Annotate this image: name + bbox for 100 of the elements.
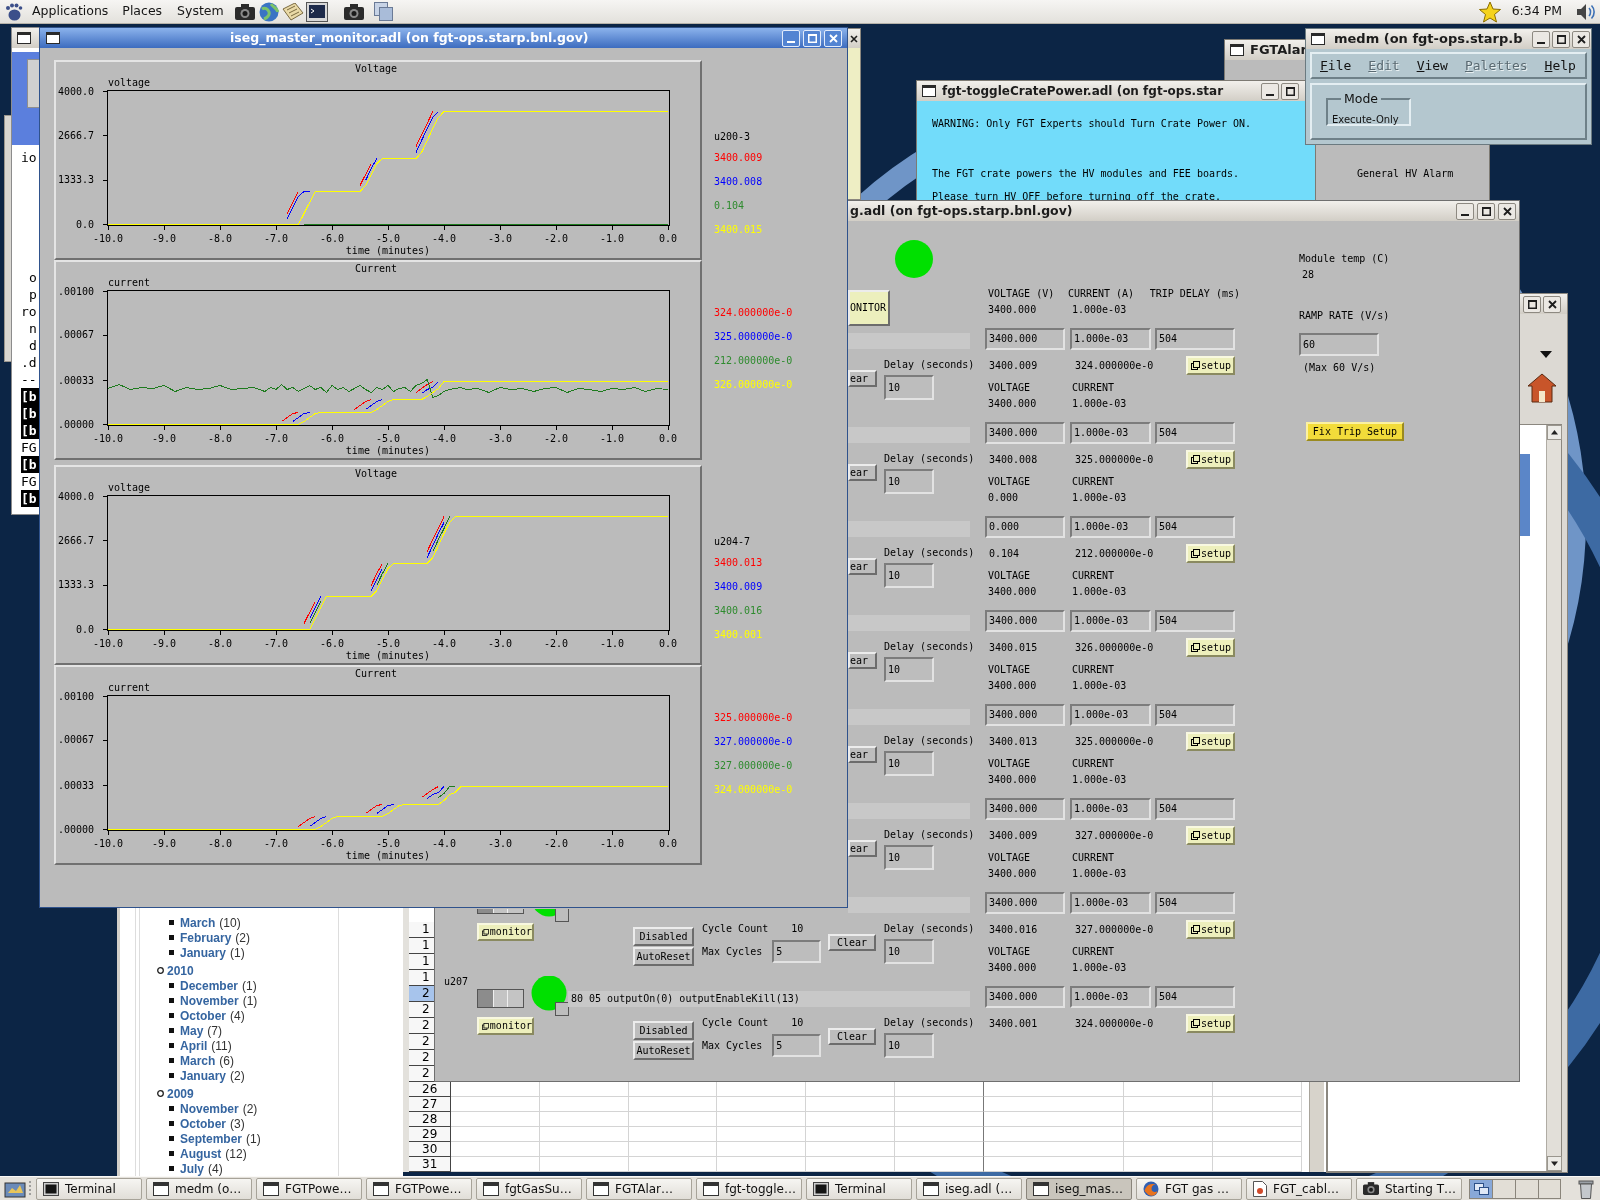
setup-button[interactable]: setup (1186, 1014, 1235, 1033)
spreadsheet-cell[interactable] (895, 1127, 984, 1142)
voltage-field[interactable]: 0.000 (985, 516, 1065, 538)
close-button[interactable] (1543, 295, 1561, 313)
current-field[interactable]: 1.000e-03 (1070, 516, 1151, 538)
clear-button[interactable]: ear (848, 652, 877, 669)
taskbar-button[interactable]: FGT_cabl… (1246, 1177, 1352, 1200)
taskbar-button[interactable]: Starting T… (1356, 1177, 1462, 1200)
spreadsheet-cell[interactable] (895, 1112, 984, 1127)
scrollbar[interactable] (1546, 425, 1561, 1171)
autoreset-button[interactable]: AutoReset (633, 947, 694, 966)
clear-button[interactable]: ear (848, 464, 877, 481)
setup-button[interactable]: setup (1186, 450, 1235, 469)
current-field[interactable]: 1.000e-03 (1070, 328, 1151, 350)
row-header[interactable]: 31 (409, 1157, 451, 1172)
taskbar-button[interactable]: fgtGasSu… (476, 1177, 582, 1200)
minimize-button[interactable] (1456, 202, 1474, 220)
clock[interactable]: 6:34 PM (1511, 5, 1562, 18)
delay-field[interactable]: 10 (884, 845, 934, 870)
setup-button[interactable]: setup (1186, 638, 1235, 657)
row-header[interactable]: 1 (409, 970, 434, 986)
toggle-switch[interactable] (477, 989, 524, 1008)
current-field[interactable]: 1.000e-03 (1070, 892, 1151, 914)
spreadsheet-cell[interactable] (895, 1157, 984, 1172)
delay-field[interactable]: 10 (884, 563, 934, 588)
workspace-switcher[interactable] (1469, 1178, 1561, 1199)
menu-item[interactable]: View (1416, 59, 1448, 72)
current-field[interactable]: 1.000e-03 (1070, 986, 1151, 1008)
close-button[interactable] (1572, 30, 1590, 48)
fix-trip-setup-button[interactable]: Fix Trip Setup (1306, 422, 1404, 441)
workspace-cell[interactable] (1470, 1179, 1493, 1198)
autoreset-button[interactable]: AutoReset (633, 1041, 694, 1060)
delay-field[interactable]: 10 (884, 657, 934, 682)
setup-button[interactable]: setup (1186, 732, 1235, 751)
max-cycles-field[interactable]: 5 (772, 1034, 822, 1057)
trip-delay-field[interactable]: 504 (1155, 892, 1235, 914)
trip-delay-field[interactable]: 504 (1155, 610, 1235, 632)
clear-button[interactable]: Clear (828, 1028, 876, 1045)
delay-field[interactable]: 10 (884, 939, 934, 964)
row-header[interactable]: 2 (409, 986, 434, 1002)
close-button[interactable] (1498, 202, 1516, 220)
monitor-button[interactable]: monitor (477, 1017, 534, 1035)
voltage-field[interactable]: 3400.000 (985, 892, 1065, 914)
maximize-button[interactable] (1523, 295, 1541, 313)
clear-button[interactable]: ear (848, 370, 877, 387)
menu-item[interactable]: Help (1544, 59, 1576, 72)
row-header[interactable]: 27 (409, 1097, 451, 1112)
trip-delay-field[interactable]: 504 (1155, 704, 1235, 726)
voltage-field[interactable]: 3400.000 (985, 422, 1065, 444)
trip-delay-field[interactable]: 504 (1155, 516, 1235, 538)
camera-icon[interactable] (343, 3, 364, 20)
max-cycles-field[interactable]: 5 (772, 940, 822, 963)
menu-item[interactable]: Applications (32, 5, 109, 18)
voltage-field[interactable]: 3400.000 (985, 986, 1065, 1008)
taskbar-button[interactable]: FGTAlar… (586, 1177, 692, 1200)
minimize-button[interactable] (1532, 30, 1550, 48)
voltage-field[interactable]: 3400.000 (985, 704, 1065, 726)
trip-delay-field[interactable]: 504 (1155, 986, 1235, 1008)
terminal-icon[interactable] (305, 1, 328, 22)
voltage-field[interactable]: 3400.000 (985, 610, 1065, 632)
taskbar-button[interactable]: Terminal (36, 1177, 142, 1200)
row-header[interactable]: 2 (409, 1050, 434, 1066)
workspace-cell[interactable] (1539, 1179, 1560, 1198)
delay-field[interactable]: 10 (884, 751, 934, 776)
trip-delay-field[interactable]: 504 (1155, 328, 1235, 350)
workspace-cell[interactable] (1493, 1179, 1516, 1198)
taskbar-button[interactable]: FGTPowe… (366, 1177, 472, 1200)
minimize-button[interactable] (1261, 82, 1279, 100)
taskbar-button[interactable]: medm (o… (146, 1177, 252, 1200)
row-header[interactable]: 30 (409, 1142, 451, 1157)
menu-item[interactable]: File (1320, 59, 1352, 72)
monitor-button[interactable]: ONITOR (848, 290, 890, 326)
row-header[interactable]: 1 (409, 938, 434, 954)
scrollbar[interactable] (1309, 1082, 1324, 1172)
toggle-switch[interactable] (477, 909, 524, 914)
current-field[interactable]: 1.000e-03 (1070, 422, 1151, 444)
workspace-cell[interactable] (1516, 1179, 1539, 1198)
voltage-field[interactable]: 3400.000 (985, 328, 1065, 350)
row-header[interactable]: 2 (409, 1034, 434, 1050)
current-field[interactable]: 1.000e-03 (1070, 798, 1151, 820)
paw-icon[interactable] (5, 2, 23, 21)
setup-button[interactable]: setup (1186, 826, 1235, 845)
row-header[interactable]: 2 (409, 1018, 434, 1034)
arrow-down-icon[interactable] (1547, 1156, 1562, 1171)
setup-button[interactable]: setup (1186, 356, 1235, 375)
setup-button[interactable]: setup (1186, 544, 1235, 563)
taskbar-button[interactable]: Terminal (806, 1177, 912, 1200)
delay-field[interactable]: 10 (884, 1033, 934, 1058)
taskbar-button[interactable]: FGTPowe… (256, 1177, 362, 1200)
taskbar-button[interactable]: fgt-toggle… (696, 1177, 802, 1200)
taskbar-button[interactable]: FGT gas … (1136, 1177, 1242, 1200)
taskbar-button[interactable]: iseg_mas… (1026, 1177, 1132, 1200)
voltage-field[interactable]: 3400.000 (985, 798, 1065, 820)
maximize-button[interactable] (1281, 82, 1299, 100)
spreadsheet-cell[interactable] (895, 1142, 984, 1157)
dropdown-arrow-icon[interactable] (1540, 351, 1552, 358)
clear-button[interactable]: ear (848, 840, 877, 857)
camera-icon[interactable] (234, 3, 255, 20)
ramp-rate-field[interactable]: 60 (1299, 333, 1379, 356)
row-header[interactable]: 28 (409, 1112, 451, 1127)
